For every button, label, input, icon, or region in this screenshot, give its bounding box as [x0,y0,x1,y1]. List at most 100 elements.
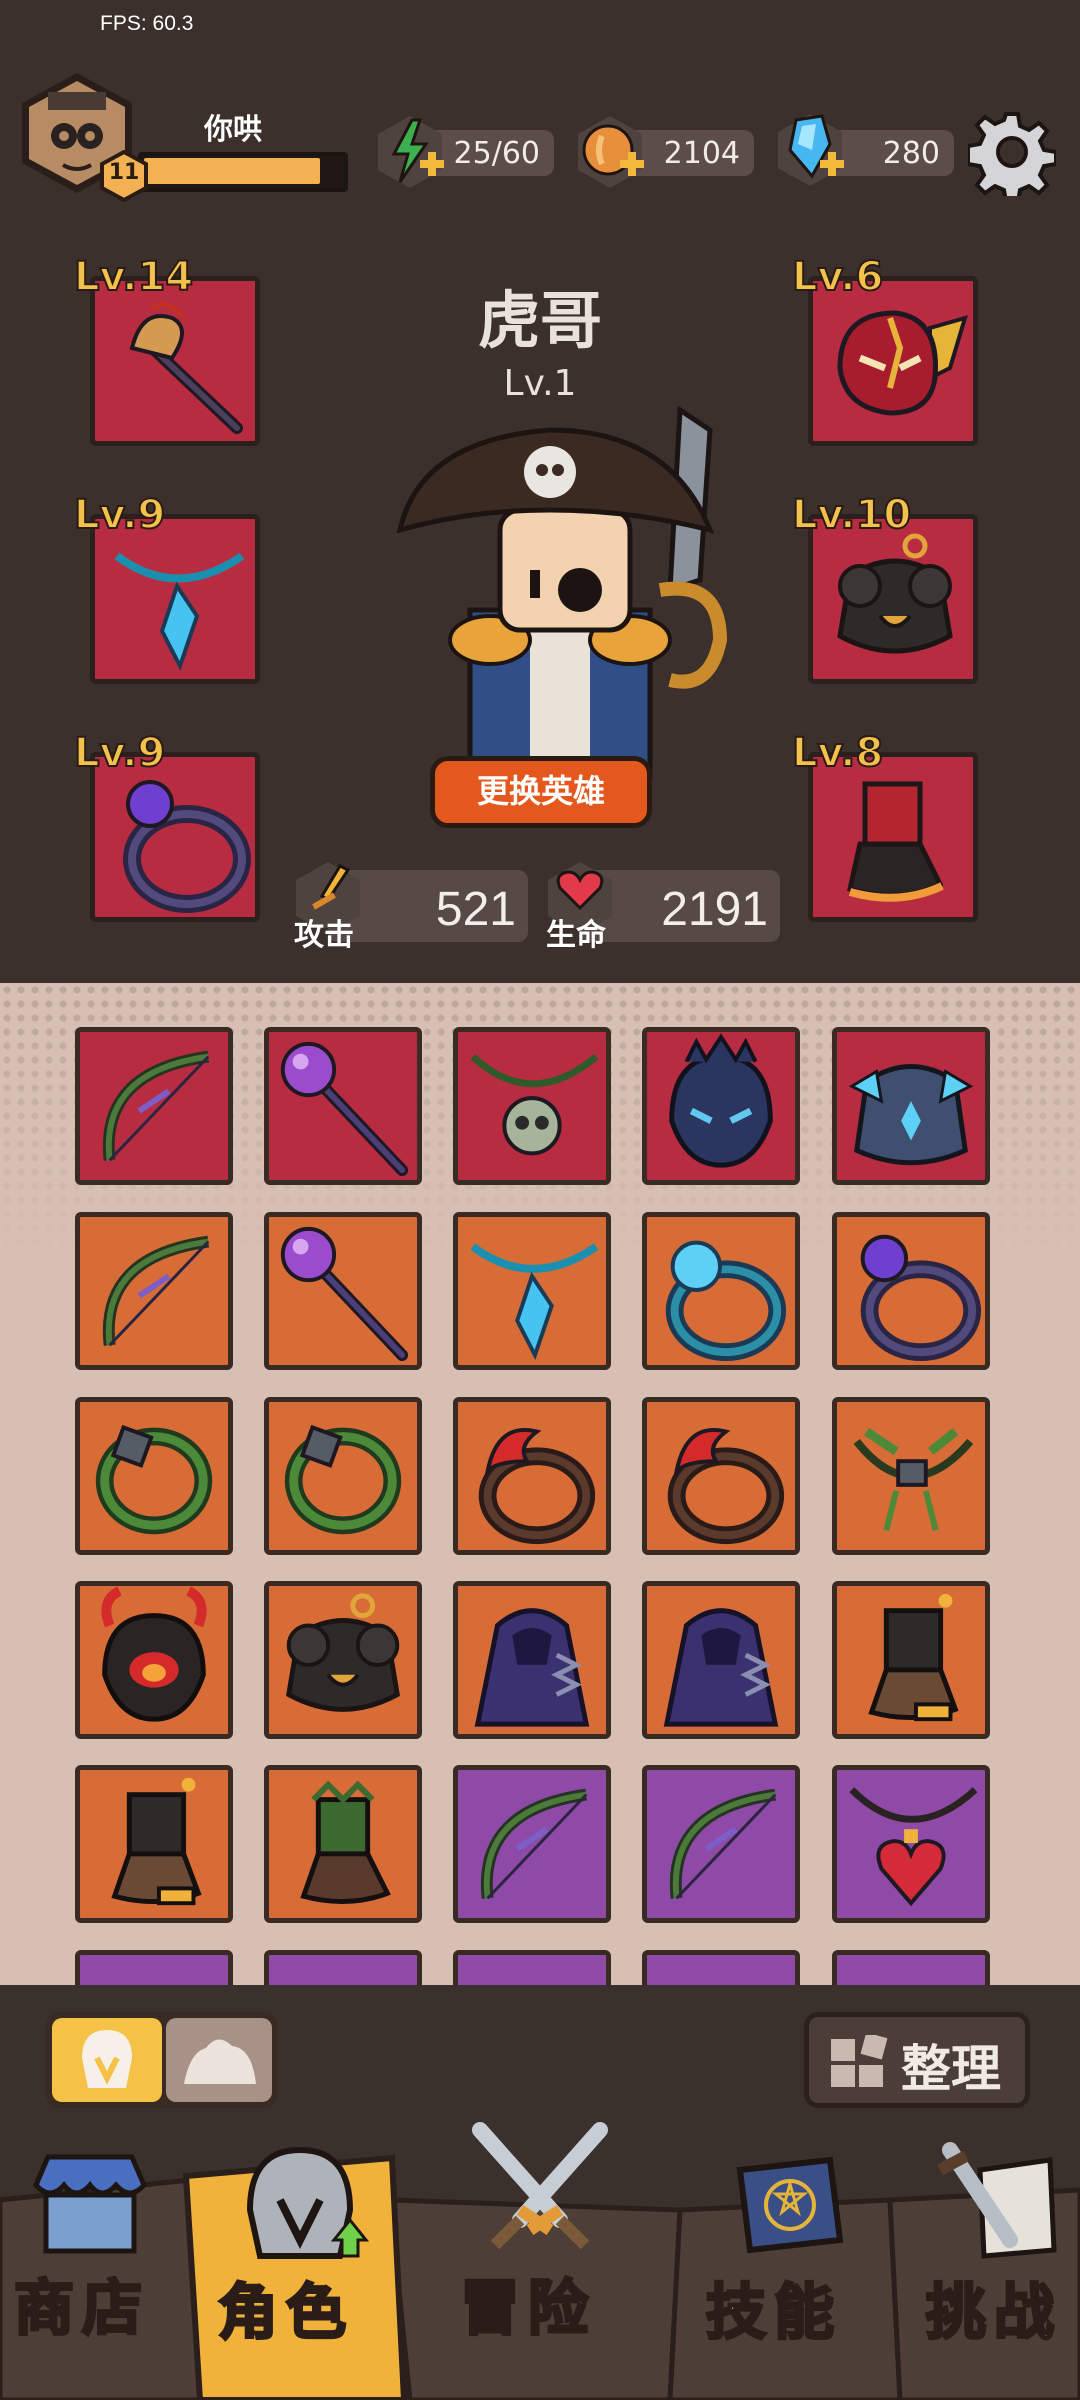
filter-tab-materials[interactable] [166,2018,272,2102]
hp-value: 2191 [661,883,768,936]
equip-slot-armor[interactable]: Lv.10 [791,491,980,686]
nav-item-shop[interactable] [30,2145,150,2255]
armor-icon [286,1593,400,1712]
hood-cloak-icon [474,1608,590,1727]
filter-tab-equipment[interactable] [52,2018,162,2102]
equip-slot-weapon[interactable]: Lv.14 [73,253,262,448]
inventory-item[interactable] [75,1212,233,1370]
inventory-item[interactable] [453,1950,611,1985]
fire-boots-icon [847,781,944,902]
change-hero-button[interactable]: 更换英雄 [430,756,652,828]
hero-pirate-portrait [380,400,760,783]
bow-icon [102,1235,210,1347]
xp-fill [144,158,320,184]
flame-ring-icon [478,1428,596,1545]
inventory-item[interactable] [75,1765,233,1923]
equip-slot-boots[interactable]: Lv.8 [791,729,980,924]
crystal-necklace-icon [114,552,245,672]
inventory-item[interactable] [453,1581,611,1739]
demon-helmet-icon [101,1586,207,1722]
inventory-item[interactable] [264,1397,422,1555]
nav-item-challenge[interactable] [930,2140,1060,2260]
inventory-item[interactable] [642,1397,800,1555]
vine-ring-icon [95,1424,213,1535]
crystal-necklace-icon [470,1243,599,1361]
inventory-item[interactable] [75,1027,233,1185]
bow-icon [102,1050,210,1162]
inventory-item[interactable] [642,1765,800,1923]
equip-level: Lv.6 [791,253,884,301]
equip-slot-ring[interactable]: Lv.9 [73,729,262,924]
inventory-item[interactable] [75,1581,233,1739]
orb-staff-icon [280,1226,409,1362]
nav-label-challenge: 挑战 [925,2277,1062,2350]
stone-filter-icon [184,2039,256,2084]
inventory-item[interactable] [453,1212,611,1370]
energy-value: 25/60 [453,136,540,171]
armor-icon [837,533,953,654]
inventory-item[interactable] [642,1027,800,1185]
hero-name: 虎哥 [477,284,602,357]
lightning-icon [372,112,448,192]
winged-helmet-icon [837,310,968,416]
sort-button[interactable]: 整理 [804,2012,1030,2108]
nav-label-adventure: 冒险 [459,2273,596,2346]
bow-icon [480,1788,588,1900]
inventory-item[interactable] [832,1027,990,1185]
leaf-boots-icon [300,1780,391,1904]
helmet-filter-icon [82,2030,132,2088]
coin-value: 2104 [663,136,740,171]
equip-slot-necklace[interactable]: Lv.9 [73,491,262,686]
inventory-item[interactable] [642,1212,800,1370]
crossed-swords-icon [472,2122,608,2250]
inventory-item[interactable] [453,1397,611,1555]
boots-icon [868,1593,959,1722]
attack-label: 攻击 [294,918,354,953]
equip-level: Lv.9 [73,729,166,777]
sword-scroll-icon [937,2142,1057,2259]
player-name: 你哄 [204,112,263,146]
inventory-item[interactable] [832,1765,990,1923]
coin-icon [572,112,648,192]
inventory-item[interactable] [264,1027,422,1185]
inventory-item[interactable] [264,1765,422,1923]
gem-icon [772,110,848,192]
bottom-nav: 商店 角色 冒险 技能 挑战 [0,2122,1080,2400]
grid-sort-icon [831,2035,888,2087]
helmet-icon [246,2146,370,2259]
inventory-item[interactable] [832,1212,990,1370]
nav-item-skills[interactable] [720,2150,850,2260]
inventory-item[interactable] [832,1581,990,1739]
nav-item-character[interactable] [230,2140,370,2260]
purple-ring-icon [860,1234,982,1362]
inventory-item[interactable] [832,1397,990,1555]
heart-necklace-icon [849,1787,978,1907]
unknown [837,1955,985,1985]
inventory-item[interactable] [264,1212,422,1370]
inventory-item[interactable] [264,1581,422,1739]
filter-toggle [46,2012,278,2108]
inventory-item[interactable] [642,1950,800,1985]
inventory-item[interactable] [264,1950,422,1985]
nav-item-adventure[interactable] [460,2120,620,2260]
inventory-item[interactable] [642,1581,800,1739]
orb-staff-icon [280,1041,409,1177]
inventory-item[interactable] [75,1397,233,1555]
inventory-item[interactable] [75,1950,233,1985]
leaf-necklace-icon [853,1427,974,1531]
unknown [269,1955,417,1985]
bow-icon [669,1788,777,1900]
settings-gear-icon[interactable] [966,108,1058,204]
equip-slot-helmet[interactable]: Lv.6 [791,253,980,448]
character-panel: FPS: 60.3 11 你哄 25/60 2104 280 虎哥 Lv.1 更… [0,0,1080,983]
crystal-armor-icon [848,1064,974,1166]
attack-value: 521 [435,883,516,936]
inventory-item[interactable] [453,1765,611,1923]
hood-cloak-icon [663,1608,779,1727]
nav-label-skills: 技能 [705,2277,842,2350]
flame-ring-icon [667,1428,785,1545]
unknown [458,1955,606,1985]
inventory-item[interactable] [832,1950,990,1985]
unknown [80,1955,228,1985]
inventory-item[interactable] [453,1027,611,1185]
